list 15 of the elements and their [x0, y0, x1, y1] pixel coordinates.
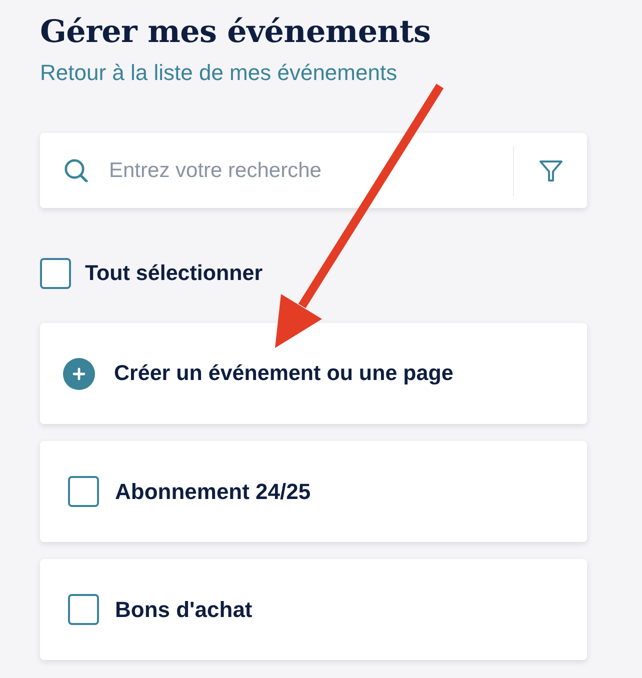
create-event-button[interactable]: Créer un événement ou une page: [40, 323, 587, 424]
select-all-label: Tout sélectionner: [85, 261, 263, 286]
search-bar[interactable]: Entrez votre recherche: [40, 133, 587, 208]
event-checkbox[interactable]: [68, 594, 99, 625]
search-input[interactable]: Entrez votre recherche: [109, 156, 513, 186]
back-link[interactable]: Retour à la liste de mes événements: [40, 61, 398, 85]
event-checkbox[interactable]: [68, 476, 99, 507]
filter-icon: [538, 160, 562, 182]
plus-icon: [63, 358, 95, 390]
event-title: Abonnement 24/25: [115, 478, 311, 504]
select-all-checkbox[interactable]: [40, 258, 71, 289]
event-card[interactable]: Bons d'achat: [40, 559, 587, 660]
event-title: Bons d'achat: [115, 596, 252, 622]
event-card[interactable]: Abonnement 24/25: [40, 441, 587, 542]
page-title: Gérer mes événements: [40, 13, 431, 52]
